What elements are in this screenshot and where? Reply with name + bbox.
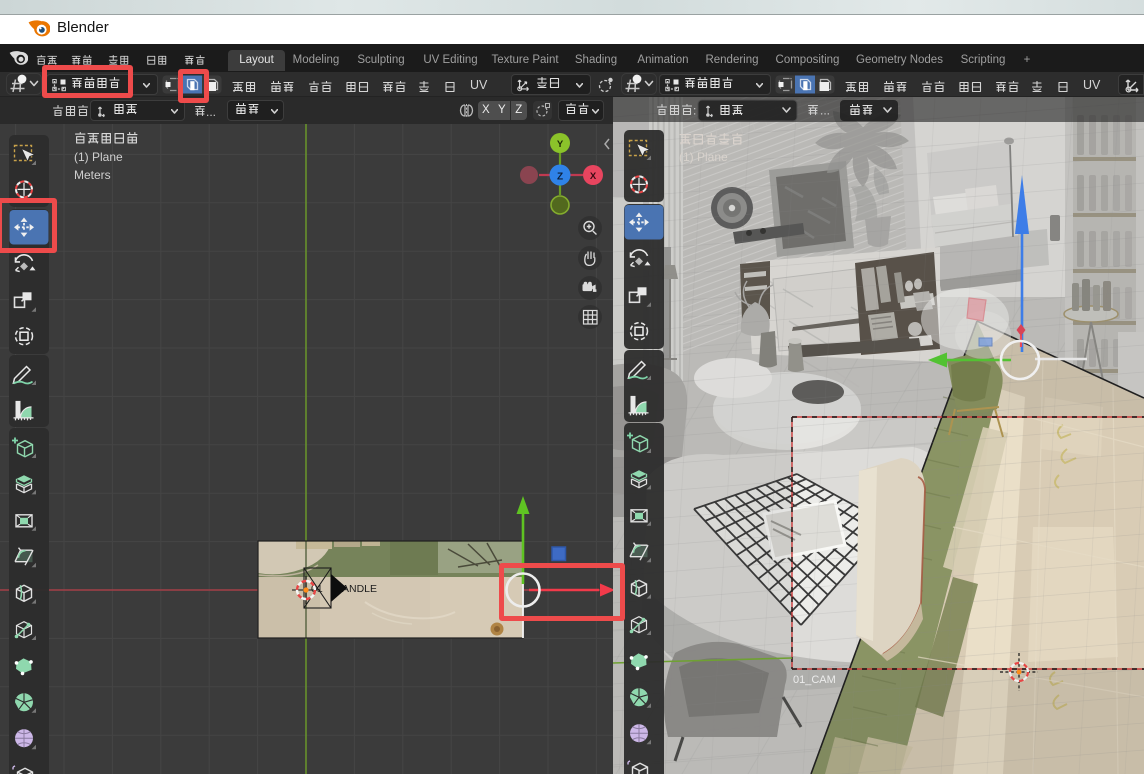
svg-text:Z: Z (557, 172, 563, 183)
svg-text:Y: Y (557, 139, 564, 150)
svg-text:01_CAM: 01_CAM (793, 674, 836, 686)
svg-text:(1) Plane: (1) Plane (679, 150, 728, 164)
svg-text:X: X (590, 171, 597, 182)
svg-text::: : (693, 104, 696, 118)
svg-text:(1) Plane: (1) Plane (74, 150, 123, 164)
svg-text:...: ... (820, 104, 830, 118)
svg-text:ANDLE: ANDLE (342, 583, 377, 595)
svg-text:Meters: Meters (74, 168, 111, 182)
